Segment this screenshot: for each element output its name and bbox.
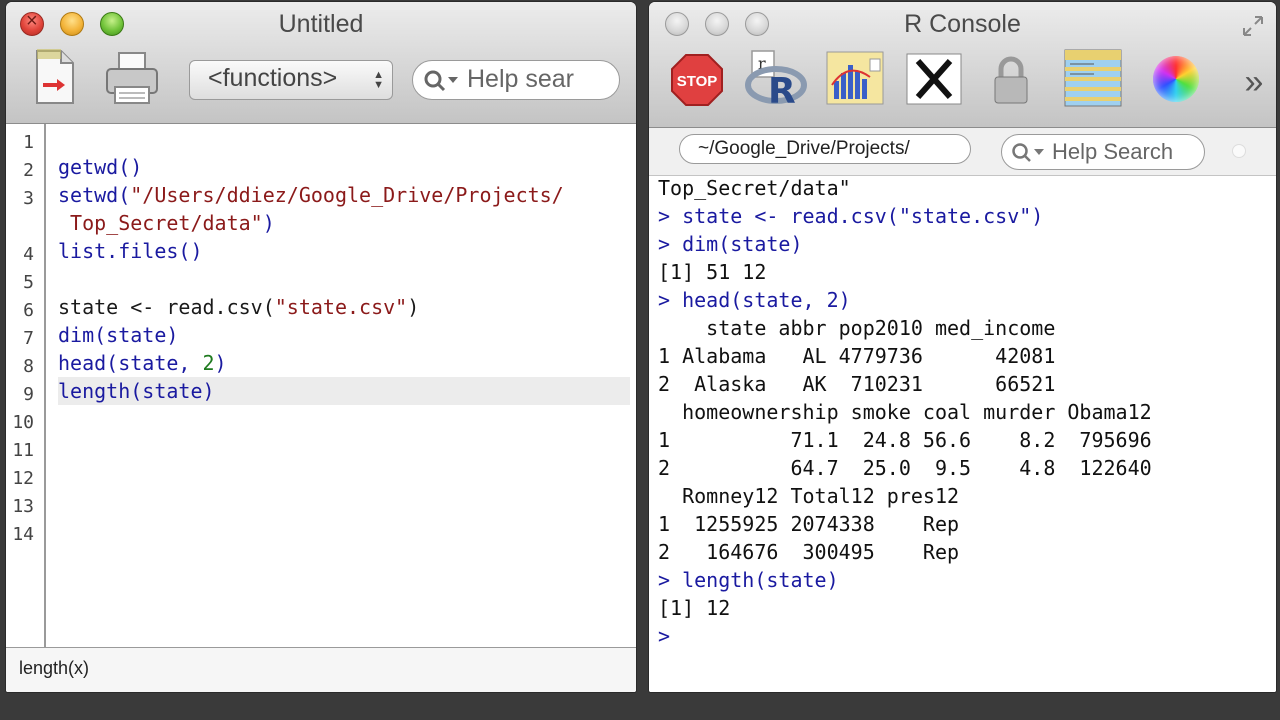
search-icon	[424, 70, 458, 92]
line-number: 13	[12, 496, 34, 517]
line-number: 11	[12, 440, 34, 461]
code-line: Top_Secret/data")	[58, 211, 275, 235]
console-command-line: > head(state, 2)	[658, 288, 851, 312]
code-line: length(state)	[58, 379, 215, 403]
search-icon	[1012, 143, 1044, 162]
line-number-gutter: 1 2 3 4 5 6 7 8 9 10 11 12 13 14	[6, 124, 46, 647]
x11-icon[interactable]	[905, 52, 963, 106]
console-output-line: 2 Alaska AK 710231 66521	[658, 372, 1056, 396]
editor-title: Untitled	[278, 10, 364, 38]
code-line: list.files()	[58, 239, 203, 263]
line-number: 4	[23, 244, 34, 265]
editor-toolbar: Untitled <functions> ▲▼	[6, 2, 636, 124]
console-output-line: 2 164676 300495 Rep	[658, 540, 960, 564]
more-icon[interactable]: »	[1237, 63, 1271, 101]
data-table-icon[interactable]	[1063, 48, 1123, 108]
stop-icon[interactable]: STOP	[669, 52, 725, 108]
code-line: setwd("/Users/ddiez/Google_Drive/Project…	[58, 183, 564, 207]
console-output-line: homeownership smoke coal murder Obama12	[658, 400, 1152, 424]
console-output-line: 2 64.7 25.0 9.5 4.8 122640	[658, 456, 1152, 480]
line-number: 5	[23, 272, 34, 293]
console-output-line: Top_Secret/data"	[658, 176, 851, 200]
console-output-line: 1 Alabama AL 4779736 42081	[658, 344, 1056, 368]
console-output-line: 1 1255925 2074338 Rep	[658, 512, 960, 536]
code-editor[interactable]: 1 2 3 4 5 6 7 8 9 10 11 12 13 14 getwd()…	[6, 124, 636, 647]
console-help-search-input[interactable]: Help Search	[1001, 134, 1205, 170]
line-number: 8	[23, 356, 34, 377]
lock-icon[interactable]	[989, 54, 1033, 106]
console-output-line: [1] 12	[658, 596, 731, 620]
line-number: 14	[12, 524, 34, 545]
line-number: 3	[23, 188, 34, 209]
console-command-line: > dim(state)	[658, 232, 803, 256]
line-number: 1	[23, 132, 34, 153]
console-toolbar: R Console STOP r R »	[649, 2, 1276, 128]
functions-popup-label: <functions>	[208, 64, 338, 92]
code-line: getwd()	[58, 155, 143, 179]
editor-search-placeholder: Help sear	[467, 65, 574, 93]
console-command-line: >	[658, 624, 671, 648]
print-icon[interactable]	[102, 48, 162, 108]
function-hint: length(x)	[19, 658, 90, 678]
console-output-line: state abbr pop2010 med_income	[658, 316, 1056, 340]
line-number: 12	[12, 468, 34, 489]
svg-text:R: R	[768, 71, 796, 107]
console-command-line: > length(state)	[658, 568, 839, 592]
new-document-icon[interactable]	[30, 46, 78, 108]
fullscreen-icon[interactable]	[1239, 12, 1267, 40]
quartz-chart-icon[interactable]	[825, 50, 885, 106]
editor-help-search-input[interactable]: Help sear	[412, 60, 620, 100]
function-hint-bar: length(x)	[6, 647, 636, 692]
console-output-line: 1 71.1 24.8 56.6 8.2 795696	[658, 428, 1152, 452]
popup-arrows-icon: ▲ ▼	[373, 69, 384, 91]
code-line: head(state, 2)	[58, 351, 227, 375]
r-source-icon[interactable]: r R	[743, 48, 809, 108]
console-output-line: [1] 51 12	[658, 260, 767, 284]
console-window: R Console STOP r R » ~/Google_Drive/Proj…	[649, 2, 1276, 692]
line-number: 9	[23, 384, 34, 405]
console-search-placeholder: Help Search	[1052, 139, 1174, 164]
console-output[interactable]: Top_Secret/data" > state <- read.csv("sta…	[649, 176, 1276, 692]
console-command-line: > state <- read.csv("state.csv")	[658, 204, 1044, 228]
activity-indicator	[1232, 144, 1246, 158]
code-line: state <- read.csv("state.csv")	[58, 295, 420, 319]
svg-text:STOP: STOP	[677, 73, 718, 90]
functions-popup[interactable]: <functions> ▲ ▼	[189, 60, 393, 100]
color-wheel-icon[interactable]	[1151, 54, 1201, 104]
code-area[interactable]: getwd() setwd("/Users/ddiez/Google_Drive…	[58, 124, 630, 647]
line-number: 2	[23, 160, 34, 181]
line-number: 6	[23, 300, 34, 321]
line-number: 7	[23, 328, 34, 349]
console-output-line: Romney12 Total12 pres12	[658, 484, 960, 508]
working-directory-field[interactable]: ~/Google_Drive/Projects/	[679, 134, 971, 164]
editor-window: Untitled <functions> ▲▼	[6, 2, 636, 692]
code-line: dim(state)	[58, 323, 179, 347]
console-title: R Console	[904, 10, 1021, 38]
line-number: 10	[12, 412, 34, 433]
